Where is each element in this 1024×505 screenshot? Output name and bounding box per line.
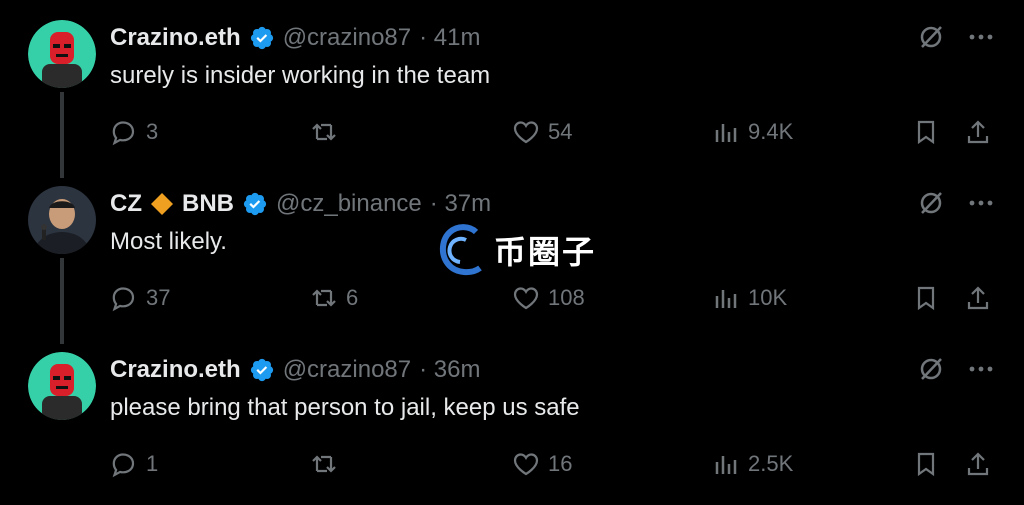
like-count: 16 — [548, 451, 573, 476]
share-icon — [967, 286, 989, 310]
retweet-button[interactable]: 6 — [310, 284, 358, 312]
bookmark-icon — [917, 452, 935, 477]
view-count: 2.5K — [748, 451, 794, 476]
share-icon — [967, 120, 989, 144]
like-count: 54 — [548, 119, 573, 144]
views-button[interactable]: 10K — [712, 284, 787, 312]
avatar[interactable] — [28, 20, 96, 88]
view-count: 9.4K — [748, 119, 794, 144]
avatar[interactable] — [28, 352, 96, 420]
retweet-button[interactable] — [310, 118, 346, 146]
tweet[interactable]: Crazino.eth @crazino87 · 41m surely is i… — [0, 0, 1024, 166]
bookmark-button[interactable] — [912, 118, 940, 146]
timestamp[interactable]: · 37m — [430, 190, 491, 218]
action-bar: 3 54 9.4K — [110, 118, 994, 148]
reply-button[interactable]: 1 — [110, 450, 158, 478]
retweet-icon — [312, 289, 336, 307]
action-bar: 1 16 2.5K — [110, 450, 994, 480]
views-icon — [715, 456, 737, 474]
share-button[interactable] — [964, 118, 992, 146]
views-icon — [715, 124, 737, 142]
bookmark-button[interactable] — [912, 450, 940, 478]
view-count: 10K — [748, 285, 788, 310]
watermark: 币圈子 — [436, 222, 596, 278]
bookmark-icon — [917, 120, 935, 145]
retweet-icon — [312, 123, 336, 141]
avatar[interactable] — [28, 186, 96, 254]
reply-count: 3 — [146, 119, 159, 144]
heart-icon — [513, 453, 539, 476]
tweet-text: please bring that person to jail, keep u… — [110, 394, 580, 421]
heart-icon — [513, 121, 539, 144]
like-button[interactable]: 54 — [512, 118, 572, 146]
views-button[interactable]: 9.4K — [712, 118, 793, 146]
watermark-logo-icon — [440, 224, 482, 276]
display-name[interactable]: Crazino.eth — [110, 356, 241, 384]
reply-count: 1 — [146, 451, 159, 476]
grok-icon[interactable] — [916, 22, 946, 52]
tweet-text: surely is insider working in the team — [110, 62, 491, 89]
like-button[interactable]: 16 — [512, 450, 572, 478]
reply-icon — [112, 287, 135, 312]
more-icon[interactable] — [968, 22, 994, 52]
bookmark-icon — [917, 286, 935, 311]
reply-icon — [112, 121, 135, 146]
more-icon[interactable] — [968, 354, 994, 384]
bnb-diamond-icon — [151, 193, 173, 215]
handle[interactable]: @crazino87 — [283, 356, 411, 384]
views-icon — [715, 290, 737, 308]
tweet-header: Crazino.eth @crazino87 · 41m — [110, 24, 480, 52]
tweet-header: Crazino.eth @crazino87 · 36m — [110, 356, 480, 384]
like-count: 108 — [548, 285, 585, 310]
reply-count: 37 — [146, 285, 171, 310]
share-button[interactable] — [964, 284, 992, 312]
handle[interactable]: @cz_binance — [276, 190, 422, 218]
retweet-icon — [312, 455, 336, 473]
timestamp[interactable]: · 36m — [419, 356, 480, 384]
action-bar: 37 6 108 10K — [110, 284, 994, 314]
share-button[interactable] — [964, 450, 992, 478]
tweet-text: Most likely. — [110, 228, 227, 255]
grok-icon[interactable] — [916, 188, 946, 218]
reply-icon — [112, 453, 135, 478]
tweet[interactable]: Crazino.eth @crazino87 · 36m please brin… — [0, 332, 1024, 498]
more-icon[interactable] — [968, 188, 994, 218]
watermark-text: 币圈子 — [494, 233, 597, 271]
reply-button[interactable]: 37 — [110, 284, 170, 312]
heart-icon — [513, 287, 539, 310]
grok-icon[interactable] — [916, 354, 946, 384]
verified-badge-icon — [250, 358, 273, 382]
retweet-button[interactable] — [310, 450, 346, 478]
display-name[interactable]: Crazino.eth — [110, 24, 241, 52]
verified-badge-icon — [243, 192, 267, 216]
verified-badge-icon — [250, 26, 273, 50]
bookmark-button[interactable] — [912, 284, 940, 312]
share-icon — [967, 452, 989, 476]
timestamp[interactable]: · 41m — [419, 24, 480, 52]
display-name[interactable]: CZ — [110, 190, 142, 218]
reply-button[interactable]: 3 — [110, 118, 158, 146]
like-button[interactable]: 108 — [512, 284, 585, 312]
retweet-count: 6 — [346, 285, 359, 310]
views-button[interactable]: 2.5K — [712, 450, 793, 478]
display-name-suffix[interactable]: BNB — [182, 190, 234, 218]
tweet-header: CZ BNB @cz_binance · 37m — [110, 190, 491, 218]
handle[interactable]: @crazino87 — [283, 24, 411, 52]
